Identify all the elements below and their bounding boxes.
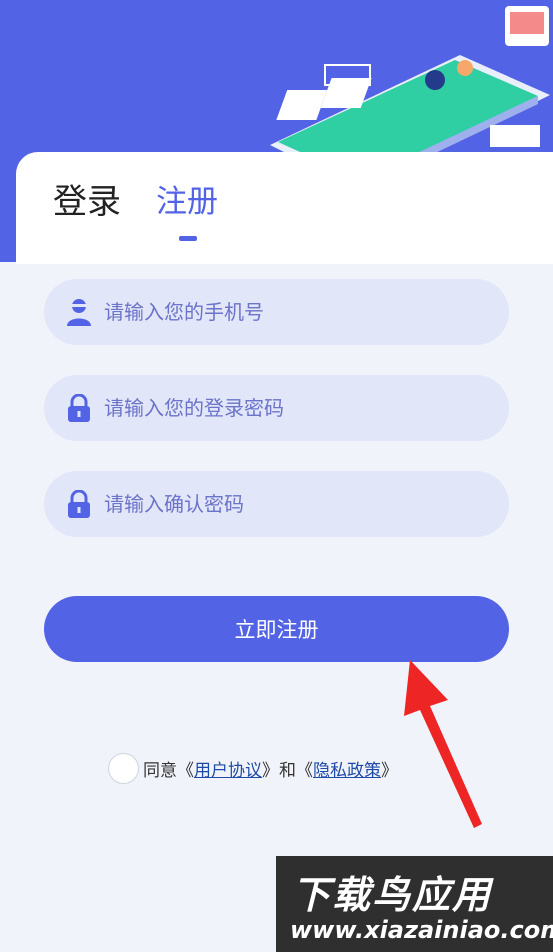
password-field[interactable] bbox=[44, 375, 509, 441]
watermark-title: 下载鸟应用 bbox=[292, 873, 493, 917]
confirm-password-input[interactable] bbox=[104, 471, 494, 537]
tab-login[interactable]: 登录 bbox=[53, 180, 121, 224]
phone-input[interactable] bbox=[104, 279, 494, 345]
phone-field[interactable] bbox=[44, 279, 509, 345]
register-button[interactable]: 立即注册 bbox=[44, 596, 509, 662]
user-icon bbox=[67, 299, 91, 326]
watermark-url: www.xiazainiao.com bbox=[290, 916, 553, 944]
agreement-checkbox[interactable] bbox=[108, 752, 139, 784]
active-tab-indicator bbox=[179, 236, 197, 241]
agreement-row: 同意《 用户协议 》和《 隐私政策 》 bbox=[108, 752, 398, 784]
agreement-prefix: 同意《 bbox=[143, 760, 194, 781]
tab-register[interactable]: 注册 bbox=[156, 180, 218, 224]
lock-icon bbox=[68, 490, 90, 518]
red-arrow-annotation bbox=[404, 660, 482, 828]
password-input[interactable] bbox=[104, 375, 494, 441]
lock-icon bbox=[68, 394, 90, 422]
watermark: 下载鸟应用 www.xiazainiao.com bbox=[276, 856, 553, 952]
user-agreement-link[interactable]: 用户协议 bbox=[194, 756, 262, 781]
agreement-middle: 》和《 bbox=[262, 760, 313, 781]
confirm-password-field[interactable] bbox=[44, 471, 509, 537]
privacy-policy-link[interactable]: 隐私政策 bbox=[313, 756, 381, 781]
